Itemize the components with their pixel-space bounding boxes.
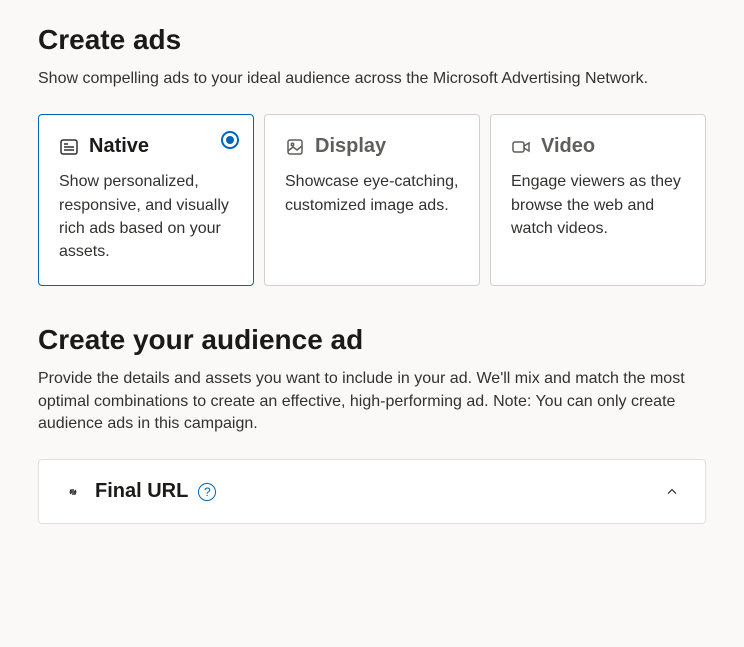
section-title: Create your audience ad: [38, 324, 706, 356]
help-icon[interactable]: ?: [198, 483, 216, 501]
link-icon: [63, 482, 83, 502]
ad-type-card-native[interactable]: Native Show personalized, responsive, an…: [38, 114, 254, 286]
card-title: Video: [541, 135, 595, 158]
final-url-panel-header[interactable]: Final URL ?: [63, 480, 681, 503]
ad-type-card-video[interactable]: Video Engage viewers as they browse the …: [490, 114, 706, 286]
page-title: Create ads: [38, 24, 706, 56]
native-ad-icon: [59, 137, 79, 157]
chevron-up-icon[interactable]: [663, 483, 681, 501]
radio-selected-icon: [221, 131, 239, 149]
card-description: Showcase eye-catching, customized image …: [285, 170, 459, 216]
card-description: Engage viewers as they browse the web an…: [511, 170, 685, 240]
final-url-panel: Final URL ?: [38, 459, 706, 524]
final-url-label: Final URL: [95, 480, 188, 503]
display-ad-icon: [285, 137, 305, 157]
section-subtitle: Provide the details and assets you want …: [38, 368, 706, 435]
ad-type-cards: Native Show personalized, responsive, an…: [38, 114, 706, 286]
page-subtitle: Show compelling ads to your ideal audien…: [38, 68, 706, 90]
card-title: Display: [315, 135, 386, 158]
card-title: Native: [89, 135, 149, 158]
ad-type-card-display[interactable]: Display Showcase eye-catching, customize…: [264, 114, 480, 286]
video-ad-icon: [511, 137, 531, 157]
card-description: Show personalized, responsive, and visua…: [59, 170, 233, 263]
